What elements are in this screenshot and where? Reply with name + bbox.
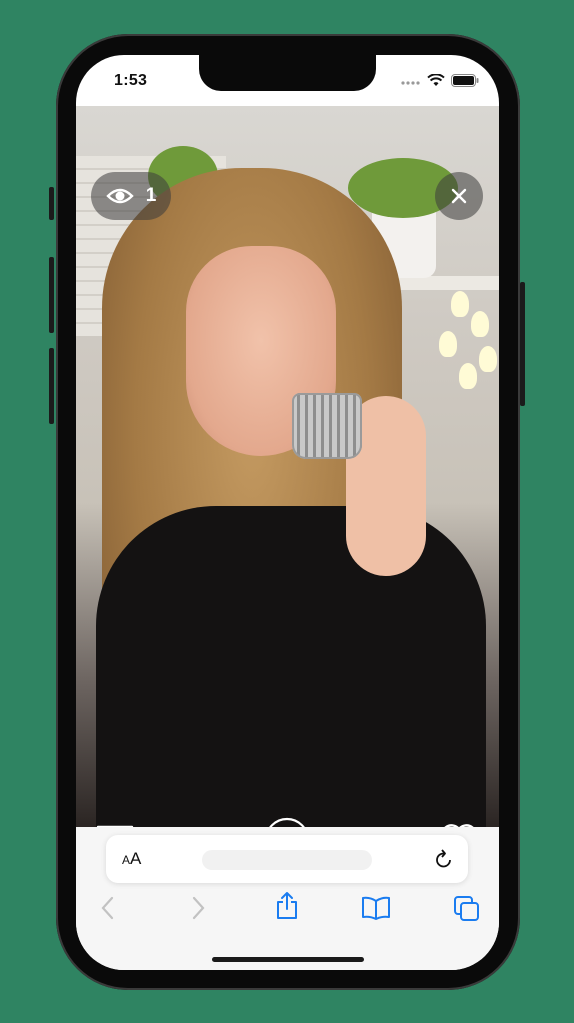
reload-icon[interactable] [434, 848, 454, 870]
espresso-cup [292, 393, 362, 459]
notch [199, 55, 376, 91]
battery-icon [451, 74, 479, 87]
aa-small-label: A [122, 853, 131, 867]
url-text-blurred [202, 850, 372, 870]
address-bar[interactable]: AA [106, 835, 468, 883]
wifi-icon [427, 74, 445, 86]
tulips [431, 291, 499, 431]
viewer-count: 1 [145, 185, 157, 206]
screen: 1:53 1 AA [76, 55, 499, 970]
status-time: 1:53 [114, 72, 148, 89]
eye-icon [106, 188, 134, 204]
close-button[interactable] [435, 172, 483, 220]
signal-icon [401, 80, 420, 85]
back-icon[interactable] [98, 895, 118, 921]
story-video[interactable]: 1 [76, 106, 499, 827]
close-icon [451, 188, 467, 204]
safari-bottom-bar: AA [76, 827, 499, 970]
volume-down-button [49, 348, 54, 424]
home-indicator [212, 957, 364, 962]
power-button [520, 282, 525, 406]
viewer-count-badge[interactable]: 1 [91, 172, 171, 220]
speaker-icon[interactable] [264, 817, 310, 827]
story-actions [76, 814, 499, 827]
forward-icon[interactable] [188, 895, 208, 921]
volume-up-button [49, 257, 54, 333]
safari-toolbar [76, 892, 499, 939]
share-icon[interactable] [275, 891, 299, 921]
woman-body [96, 506, 486, 827]
status-indicators [401, 74, 479, 87]
silent-switch [49, 187, 54, 220]
aa-large-label: A [130, 849, 142, 868]
bookmarks-icon[interactable] [361, 895, 391, 921]
tabs-icon[interactable] [453, 895, 481, 923]
reader-settings-button[interactable]: AA [122, 849, 141, 869]
